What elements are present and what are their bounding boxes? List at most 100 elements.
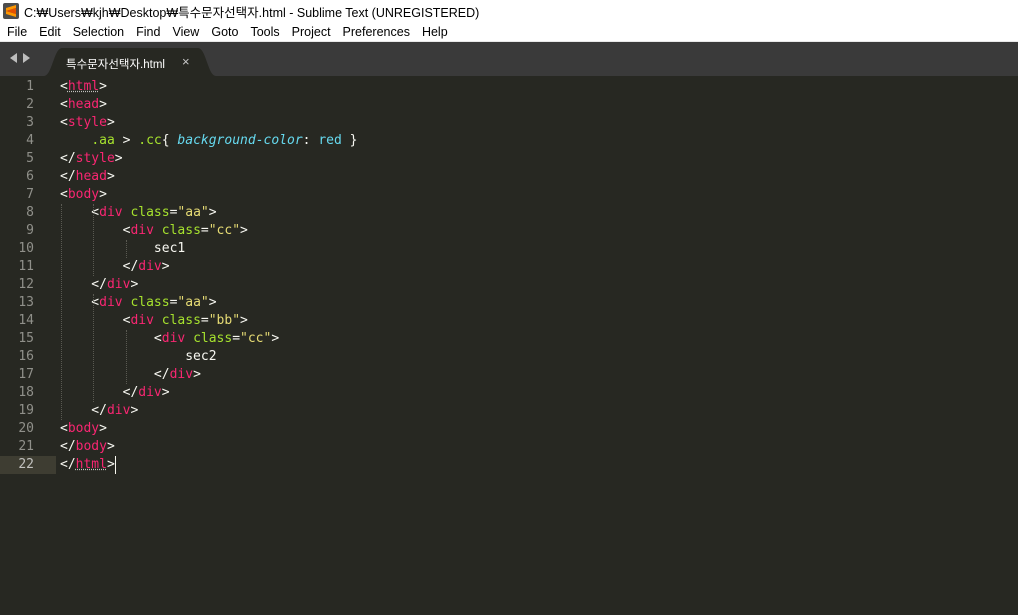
menu-file[interactable]: File [0,25,33,39]
code-token: > [99,421,107,436]
line-number: 15 [18,331,34,346]
indent-guide [125,240,127,258]
line-number: 7 [26,187,34,202]
code-token: html [75,457,107,472]
title-bar: C:₩Users₩kjh₩Desktop₩특수문자선택자.html - Subl… [0,0,1018,22]
line-number: 9 [26,223,34,238]
code-line: </style> [60,150,123,168]
code-token: : [302,133,319,148]
code-token: > [240,223,248,238]
arrow-left-icon[interactable] [10,53,17,63]
code-line: </div> [60,258,170,276]
line-number: 19 [18,403,34,418]
close-icon[interactable]: × [182,54,190,70]
code-token: sec2 [60,349,217,364]
tab-file[interactable]: 특수문자선택자.html × [44,48,216,76]
menu-project[interactable]: Project [286,25,337,39]
code-token: > [208,295,217,310]
line-number: 13 [18,295,34,310]
line-number: 16 [18,349,34,364]
code-token: "aa" [177,295,209,310]
code-token: div [138,385,162,400]
code-token: div [106,277,131,292]
line-number: 2 [26,97,34,112]
code-token: body [67,187,100,202]
code-token: < [60,223,131,238]
code-token: style [67,115,107,130]
code-token: div [106,403,131,418]
code-token: } [341,133,358,148]
code-line: <div class="bb"> [60,312,248,330]
code-token: > [161,385,170,400]
menu-find[interactable]: Find [130,25,166,39]
code-line: <html> [60,78,107,96]
code-token: head [75,169,107,184]
code-line: </body> [60,438,115,456]
code-token: > [130,277,139,292]
code-line: </head> [60,168,115,186]
code-line: </html> [60,456,115,474]
code-token: > [106,439,115,454]
menu-view[interactable]: View [166,25,205,39]
line-number: 4 [26,133,34,148]
code-token: < [60,79,68,94]
code-line: <body> [60,186,107,204]
code-line: <style> [60,114,115,132]
tab-navigation [10,53,30,63]
code-line: <div class="aa"> [60,204,216,222]
code-token: > [193,367,201,382]
line-number: 10 [18,241,34,256]
menu-selection[interactable]: Selection [67,25,130,39]
code-line: <head> [60,96,107,114]
code-token: "cc" [208,223,241,238]
code-token: div [130,223,154,238]
code-line: </div> [60,384,170,402]
menu-help[interactable]: Help [416,25,454,39]
indent-guide [125,330,127,384]
code-line: </div> [60,366,201,384]
code-token: </ [60,403,107,418]
code-token: sec1 [60,241,186,256]
text-cursor [114,456,117,474]
menu-preferences[interactable]: Preferences [337,25,416,39]
indent-guide [61,204,62,420]
code-token: div [130,313,154,328]
code-token: < [60,313,131,328]
code-token: class [161,223,201,238]
line-number-gutter: 1 2 3 4 5 6 7 8 9 10 11 12 13 14 15 16 17 18 19 20 21 22 [0,76,56,615]
code-token: "cc" [240,331,272,346]
code-token: div [138,259,162,274]
code-token: </ [60,439,76,454]
code-editor[interactable]: 1 2 3 4 5 6 7 8 9 10 11 12 13 14 15 16 17 18 19 20 21 22 <htm… [0,76,1018,615]
code-token: class [130,295,170,310]
code-token: </ [60,277,107,292]
code-token: > [114,133,139,148]
tab-label: 특수문자선택자.html [66,59,165,71]
code-token: < [60,97,68,112]
code-token: > [240,313,248,328]
code-line: .aa > .cc{ background-color: red } [60,132,357,150]
menu-goto[interactable]: Goto [205,25,244,39]
line-number: 1 [26,79,34,94]
code-token: > [130,403,139,418]
code-token: > [106,169,115,184]
menu-bar: File Edit Selection Find View Goto Tools… [0,22,1018,42]
code-token: style [75,151,115,166]
code-token: > [99,97,107,112]
code-line: <div class="cc"> [60,222,248,240]
menu-tools[interactable]: Tools [244,25,285,39]
menu-edit[interactable]: Edit [33,25,67,39]
code-token: body [67,421,100,436]
code-token: div [169,367,194,382]
code-token: </ [60,259,139,274]
code-token: = [200,223,209,238]
code-token: class [193,331,233,346]
code-token: "bb" [208,313,241,328]
code-line: </div> [60,276,138,294]
code-token: </ [60,457,76,472]
line-number: 17 [18,367,34,382]
arrow-right-icon[interactable] [23,53,30,63]
